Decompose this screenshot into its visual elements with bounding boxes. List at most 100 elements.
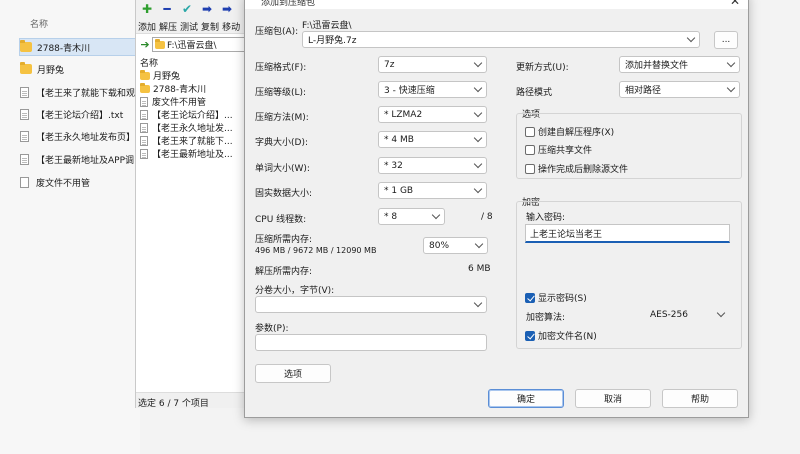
up-folder-icon[interactable]: ➔: [138, 38, 152, 51]
solid-select[interactable]: * 1 GB: [378, 182, 487, 199]
explorer-item[interactable]: 月野兔: [20, 60, 145, 78]
file-manager-window: ✚ ━ ✔ ➡ ➡ 添加 解压 测试 复制 移动 ➔ F:\迅雷云盘\ 名称 月野兔 2788-青…: [135, 0, 247, 409]
toolbar-label[interactable]: 解压: [159, 20, 177, 33]
folder-icon: [155, 38, 165, 49]
mem-percent-select[interactable]: 80%: [423, 237, 488, 254]
file-icon: [140, 109, 148, 120]
extract-icon[interactable]: ━: [160, 3, 174, 16]
delete-source-checkbox[interactable]: 操作完成后删除源文件: [525, 162, 628, 175]
params-input[interactable]: [255, 334, 487, 351]
method-select[interactable]: * LZMA2: [378, 106, 487, 123]
checkbox-box: [525, 163, 535, 174]
dict-select[interactable]: * 4 MB: [378, 131, 487, 148]
dict-value: * 4 MB: [384, 134, 414, 145]
fm-list-item[interactable]: 2788-青木川: [140, 82, 247, 95]
fm-list-item[interactable]: 【老王永久地址发...: [140, 121, 247, 134]
cancel-button[interactable]: 取消: [575, 389, 651, 408]
explorer-item[interactable]: 【老王论坛介绍】.txt: [20, 105, 145, 123]
level-value: 3 - 快速压缩: [384, 86, 435, 96]
mem-percent-value: 80%: [429, 240, 450, 251]
chevron-down-icon: [473, 58, 483, 68]
test-icon[interactable]: ✔: [180, 3, 194, 16]
dialog-titlebar[interactable]: 添加到压缩包 ✕: [245, 0, 748, 9]
explorer-item[interactable]: 废文件不用管: [20, 173, 145, 191]
fm-column-name[interactable]: 名称: [140, 56, 158, 69]
explorer-column-name[interactable]: 名称: [30, 17, 48, 30]
fm-list-item[interactable]: 月野兔: [140, 69, 247, 82]
encrypt-names-label: 加密文件名(N): [538, 332, 597, 342]
fm-item-label: 【老王最新地址及...: [152, 150, 233, 160]
mem-comp-detail: 496 MB / 9672 MB / 12090 MB: [255, 246, 377, 255]
mem-decomp-label: 解压所需内存:: [255, 267, 313, 277]
file-icon: [140, 148, 148, 159]
fm-address-input[interactable]: F:\迅雷云盘\: [152, 36, 247, 52]
password-input[interactable]: 上老王论坛当老王: [525, 224, 730, 243]
chevron-down-icon: [473, 184, 483, 194]
update-select[interactable]: 添加并替换文件: [619, 56, 740, 73]
toolbar-label[interactable]: 测试: [180, 20, 198, 33]
solid-value: * 1 GB: [384, 185, 414, 196]
chevron-down-icon: [473, 298, 483, 308]
chevron-down-icon: [726, 58, 736, 68]
chevron-down-icon: [473, 108, 483, 118]
explorer-item-label: 月野兔: [37, 65, 65, 76]
update-label: 更新方式(U):: [516, 63, 569, 73]
fm-address-text: F:\迅雷云盘\: [167, 40, 217, 51]
fm-list-item[interactable]: 【老王论坛介绍】...: [140, 108, 247, 121]
explorer-item[interactable]: 2788-青木川: [19, 38, 144, 56]
archive-label: 压缩包(A):: [255, 27, 299, 37]
options-button[interactable]: 选项: [255, 364, 331, 383]
toolbar-label[interactable]: 移动: [222, 20, 240, 33]
fm-list-item[interactable]: 【老王最新地址及...: [140, 147, 247, 160]
fm-item-label: 【老王论坛介绍】...: [152, 111, 233, 121]
help-button[interactable]: 帮助: [662, 389, 738, 408]
explorer-item[interactable]: 【老王来了就能下载和观: [20, 83, 145, 101]
path-mode-select[interactable]: 相对路径: [619, 81, 740, 98]
chevron-down-icon: [726, 83, 736, 93]
folder-icon: [20, 40, 32, 52]
file-icon: [140, 135, 148, 146]
toolbar-label[interactable]: 添加: [138, 20, 156, 33]
mem-comp-label: 压缩所需内存:: [255, 235, 313, 245]
explorer-item-label: 废文件不用管: [36, 178, 91, 189]
dialog-title: 添加到压缩包: [261, 0, 316, 8]
mem-decomp-value: 6 MB: [468, 264, 491, 274]
fm-item-label: 废文件不用管: [152, 98, 207, 108]
file-icon: [140, 122, 148, 133]
fm-status-bar: 选定 6 / 7 个项目: [136, 392, 247, 409]
word-select[interactable]: * 32: [378, 157, 487, 174]
sfx-label: 创建自解压程序(X): [538, 128, 615, 138]
fm-list-item[interactable]: 【老王来了就能下...: [140, 134, 247, 147]
toolbar-label[interactable]: 复制: [201, 20, 219, 33]
shared-checkbox[interactable]: 压缩共享文件: [525, 143, 592, 156]
add-icon[interactable]: ✚: [140, 3, 154, 16]
explorer-item[interactable]: 【老王永久地址发布页】: [20, 127, 145, 145]
checkbox-box: [525, 292, 535, 303]
sfx-checkbox[interactable]: 创建自解压程序(X): [525, 125, 614, 138]
fm-list-item[interactable]: 废文件不用管: [140, 95, 247, 108]
archive-name-combo[interactable]: L-月野兔.7z: [302, 31, 700, 48]
enc-method-select[interactable]: AES-256: [644, 306, 730, 323]
encrypt-names-checkbox[interactable]: 加密文件名(N): [525, 329, 597, 342]
fm-item-label: 2788-青木川: [153, 85, 207, 95]
solid-label: 固实数据大小:: [255, 189, 313, 199]
explorer-item[interactable]: 【老王最新地址及APP调: [20, 150, 145, 168]
checkbox-box: [525, 144, 535, 155]
text-file-icon: [20, 130, 29, 142]
fm-item-label: 【老王来了就能下...: [152, 137, 233, 147]
level-select[interactable]: 3 - 快速压缩: [378, 81, 487, 98]
enc-method-value: AES-256: [650, 309, 688, 320]
format-select[interactable]: 7z: [378, 56, 487, 73]
copy-icon[interactable]: ➡: [200, 3, 214, 16]
threads-max: / 8: [481, 212, 493, 222]
ok-button[interactable]: 确定: [488, 389, 564, 408]
show-password-checkbox[interactable]: 显示密码(S): [525, 291, 587, 304]
close-icon[interactable]: ✕: [730, 0, 740, 8]
chevron-down-icon: [473, 133, 483, 143]
path-mode-value: 相对路径: [625, 86, 662, 96]
dict-label: 字典大小(D):: [255, 138, 308, 148]
split-select[interactable]: [255, 296, 487, 313]
browse-button[interactable]: ...: [714, 31, 738, 49]
move-icon[interactable]: ➡: [220, 3, 234, 16]
threads-select[interactable]: * 8: [378, 208, 445, 225]
